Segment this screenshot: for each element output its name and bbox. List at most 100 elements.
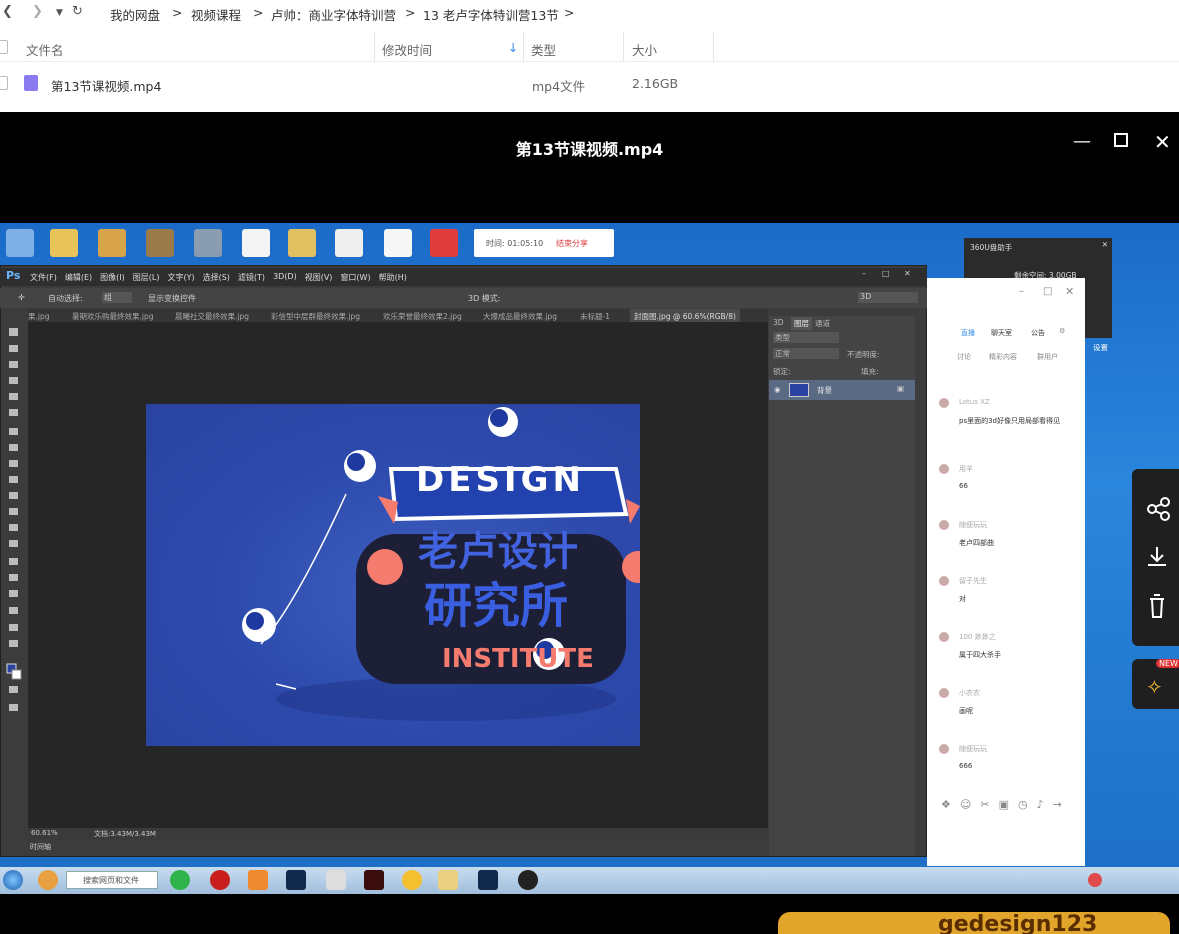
video-title: 第13节课视频.mp4: [515, 140, 664, 159]
bell-icon[interactable]: ♪: [1037, 798, 1044, 811]
ps-close-icon[interactable]: ✕: [904, 269, 911, 278]
gift-icon[interactable]: ❖: [941, 798, 951, 811]
ps-status-bar: 60.61% 文档:3.43M/3.43M: [28, 828, 768, 840]
tool-icons[interactable]: [6, 324, 26, 724]
pin-icon[interactable]: ✧: [1146, 675, 1163, 699]
ps-menu-item[interactable]: 视图(V): [305, 272, 333, 283]
emoji-icon[interactable]: ☺: [960, 798, 971, 811]
app-icon[interactable]: [326, 870, 346, 890]
file-name[interactable]: 第13节课视频.mp4: [51, 76, 161, 95]
doc-tab[interactable]: 大爆成品最终效果.jpg: [483, 311, 557, 322]
minimize-icon[interactable]: –: [1019, 286, 1024, 297]
move-tool-icon[interactable]: ✛: [18, 293, 25, 302]
layer-name[interactable]: 背景: [817, 385, 832, 396]
start-icon[interactable]: [3, 870, 23, 890]
scissors-icon[interactable]: ✂: [980, 798, 989, 811]
workspace-select[interactable]: 3D: [858, 292, 918, 303]
ps-menu-item[interactable]: 图层(L): [133, 272, 160, 283]
chat-subtab[interactable]: 群用户: [1037, 352, 1058, 362]
visibility-eye-icon[interactable]: ◉: [774, 385, 781, 394]
ps-maximize-icon[interactable]: □: [882, 269, 890, 278]
chrome-icon[interactable]: [402, 870, 422, 890]
forward-icon[interactable]: ❯: [32, 4, 43, 19]
auto-select-label[interactable]: 自动选择:: [48, 293, 83, 304]
browser-icon[interactable]: [170, 870, 190, 890]
minimize-icon[interactable]: —: [1073, 131, 1091, 152]
ps-minimize-icon[interactable]: –: [862, 269, 866, 278]
col-type[interactable]: 类型: [531, 40, 556, 59]
ps-menu-item[interactable]: 帮助(H): [379, 272, 407, 283]
panel-tab[interactable]: 通道: [815, 318, 830, 329]
ps-menu-item[interactable]: 文字(Y): [167, 272, 194, 283]
ps-menu-item[interactable]: 滤镜(T): [238, 272, 265, 283]
maximize-icon[interactable]: [1114, 133, 1128, 147]
ps-menu-item[interactable]: 3D(D): [273, 272, 297, 283]
maximize-icon[interactable]: □: [1043, 286, 1052, 297]
chat-tab[interactable]: 公告: [1031, 328, 1045, 338]
3d-mode-label: 3D 模式:: [468, 294, 501, 303]
tray-icon[interactable]: [1088, 873, 1102, 887]
send-arrow-icon[interactable]: →: [1053, 798, 1062, 811]
settings-gear-icon[interactable]: ⚙: [1059, 327, 1065, 335]
breadcrumb-item[interactable]: 视频课程: [191, 5, 241, 24]
ps-menu-item[interactable]: 图像(I): [100, 272, 125, 283]
chat-subtab[interactable]: 讨论: [957, 352, 971, 362]
end-share-button[interactable]: 结束分享: [556, 238, 588, 249]
chat-subtab[interactable]: 精彩内容: [989, 352, 1017, 362]
close-icon[interactable]: ✕: [1154, 130, 1171, 154]
panel-tab-active[interactable]: 图层: [791, 317, 812, 330]
explorer-icon[interactable]: [438, 870, 458, 890]
file-row[interactable]: 第13节课视频.mp4 mp4文件 2.16GB: [0, 64, 1179, 102]
back-icon[interactable]: ❮: [2, 4, 13, 19]
blend-mode-select[interactable]: 正常: [773, 348, 839, 359]
doc-tab[interactable]: 果.jpg: [28, 311, 50, 322]
doc-tab[interactable]: 未标题-1: [580, 311, 610, 322]
show-transform-label[interactable]: 显示变换控件: [148, 293, 196, 304]
photoshop-icon[interactable]: [478, 870, 498, 890]
group-select[interactable]: 组: [102, 292, 132, 303]
ps-menu-item[interactable]: 编辑(E): [65, 272, 92, 283]
doc-tab[interactable]: 晨曦社交最终效果.jpg: [175, 311, 249, 322]
select-all-checkbox[interactable]: [0, 40, 8, 54]
close-icon[interactable]: ✕: [1065, 285, 1074, 298]
breadcrumb-item[interactable]: 我的网盘: [110, 5, 160, 24]
zoom-level[interactable]: 60.61%: [31, 829, 58, 837]
ps-menu-item[interactable]: 选择(S): [203, 272, 230, 283]
image-icon[interactable]: ▣: [999, 798, 1009, 811]
clock-icon[interactable]: ◷: [1018, 798, 1028, 811]
timer-text: 时间: 01:05:10: [486, 239, 544, 248]
side-action-icons[interactable]: [1132, 469, 1179, 646]
panel-tab[interactable]: 3D: [773, 318, 784, 327]
timeline-label[interactable]: 时间轴: [30, 842, 51, 852]
doc-tab[interactable]: 彩信型中层群最终效果.jpg: [271, 311, 360, 322]
obs-icon[interactable]: [518, 870, 538, 890]
doc-tab-active[interactable]: 封面图.jpg @ 60.6%(RGB/8): [630, 309, 740, 322]
illustrator-icon[interactable]: [364, 870, 384, 890]
app-icon[interactable]: [38, 870, 58, 890]
col-name[interactable]: 文件名: [26, 40, 64, 59]
sort-down-icon[interactable]: ↓: [508, 40, 518, 55]
close-icon[interactable]: ✕: [1102, 240, 1108, 249]
ps-menu-item[interactable]: 窗口(W): [340, 272, 370, 283]
doc-tab[interactable]: 暑期欢乐购最终效果.jpg: [72, 311, 154, 322]
assistant-settings[interactable]: 设置: [1093, 342, 1108, 353]
column-divider: [713, 32, 714, 62]
app-icon[interactable]: [248, 870, 268, 890]
doc-tab[interactable]: 欢乐荣誉最终效果2.jpg: [383, 311, 462, 322]
refresh-icon[interactable]: ↻: [72, 4, 83, 19]
photoshop-icon[interactable]: [286, 870, 306, 890]
layer-row[interactable]: ◉ 背景 ▣: [769, 380, 915, 400]
ps-menu-item[interactable]: 文件(F): [30, 272, 57, 283]
chat-tab-active[interactable]: 直播: [961, 328, 975, 338]
layer-kind-filter[interactable]: 类型: [773, 332, 839, 343]
record-icon[interactable]: [210, 870, 230, 890]
taskbar-search[interactable]: 搜索网页和文件: [66, 871, 158, 889]
breadcrumb-item[interactable]: 13 老卢字体特训营13节: [423, 5, 559, 24]
col-modified[interactable]: 修改时间: [382, 40, 432, 59]
pin-action[interactable]: NEW ✧: [1132, 659, 1179, 709]
row-checkbox[interactable]: [0, 76, 8, 90]
col-size[interactable]: 大小: [632, 40, 657, 59]
chat-tab[interactable]: 聊天室: [991, 328, 1012, 338]
history-dropdown-icon[interactable]: ▼: [56, 8, 63, 18]
breadcrumb-item[interactable]: 卢帅：商业字体特训营: [271, 5, 396, 24]
